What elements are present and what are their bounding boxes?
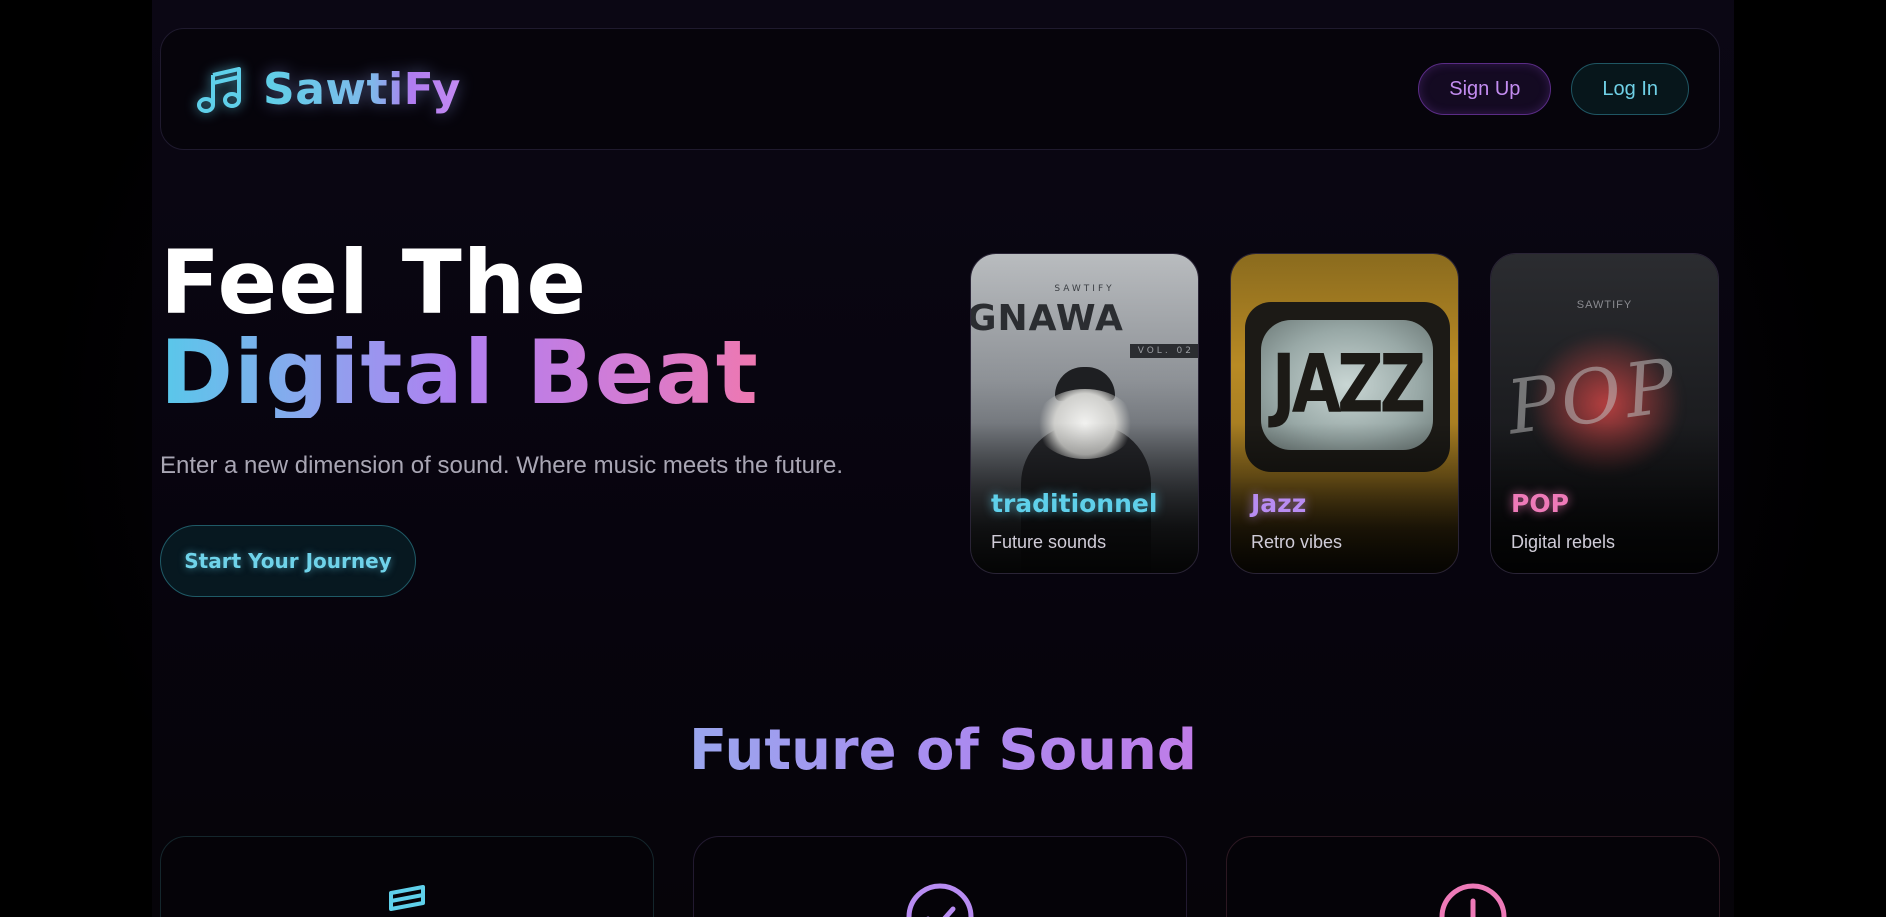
card-subtitle: Future sounds bbox=[991, 532, 1107, 552]
cover-volume: VOL. 02 bbox=[1129, 344, 1198, 358]
nav-actions: Sign Up Log In bbox=[1418, 63, 1689, 115]
music-icon bbox=[389, 885, 425, 911]
section-title: Future of Sound bbox=[0, 718, 1886, 783]
brand-name: SawtiFy bbox=[263, 63, 461, 115]
hero-subtitle: Enter a new dimension of sound. Where mu… bbox=[160, 452, 844, 479]
hero-title: Feel The Digital Beat bbox=[160, 238, 759, 418]
genre-cards: SAWTIFY GNAWA VOL. 02 traditionnel Futur… bbox=[970, 253, 1719, 574]
card-title: Jazz bbox=[1251, 489, 1307, 518]
cover-word: GNAWA bbox=[970, 298, 1124, 339]
start-journey-button[interactable]: Start Your Journey bbox=[160, 525, 416, 597]
alert-circle-icon bbox=[1439, 883, 1507, 917]
page: SawtiFy Sign Up Log In Feel The Digital … bbox=[0, 0, 1886, 917]
sign-up-button[interactable]: Sign Up bbox=[1418, 63, 1552, 115]
feature-card-3 bbox=[1226, 836, 1720, 917]
feature-card-1 bbox=[160, 836, 654, 917]
hero-title-line2: Digital Beat bbox=[160, 321, 759, 424]
hero-title-line1: Feel The bbox=[160, 231, 588, 334]
genre-card-traditionnel[interactable]: SAWTIFY GNAWA VOL. 02 traditionnel Futur… bbox=[970, 253, 1199, 574]
brand[interactable]: SawtiFy bbox=[195, 63, 461, 115]
log-in-button[interactable]: Log In bbox=[1571, 63, 1689, 115]
cover-word: JAZZ bbox=[1271, 338, 1426, 432]
cover-label: SAWTIFY bbox=[1054, 284, 1115, 294]
genre-card-jazz[interactable]: JAZZ Jazz Retro vibes bbox=[1230, 253, 1459, 574]
card-subtitle: Digital rebels bbox=[1511, 532, 1616, 552]
section-title-text: Future of Sound bbox=[688, 718, 1198, 783]
cover-label: SAWTIFY bbox=[1576, 299, 1633, 311]
card-title: POP bbox=[1511, 489, 1569, 518]
card-title: traditionnel bbox=[991, 489, 1158, 518]
music-note-icon bbox=[197, 67, 241, 113]
genre-card-pop[interactable]: SAWTIFY POP POP Digital rebels bbox=[1490, 253, 1719, 574]
card-subtitle: Retro vibes bbox=[1251, 532, 1343, 552]
feature-card-2 bbox=[693, 836, 1187, 917]
top-nav: SawtiFy Sign Up Log In bbox=[160, 28, 1720, 150]
check-circle-icon bbox=[906, 883, 974, 917]
